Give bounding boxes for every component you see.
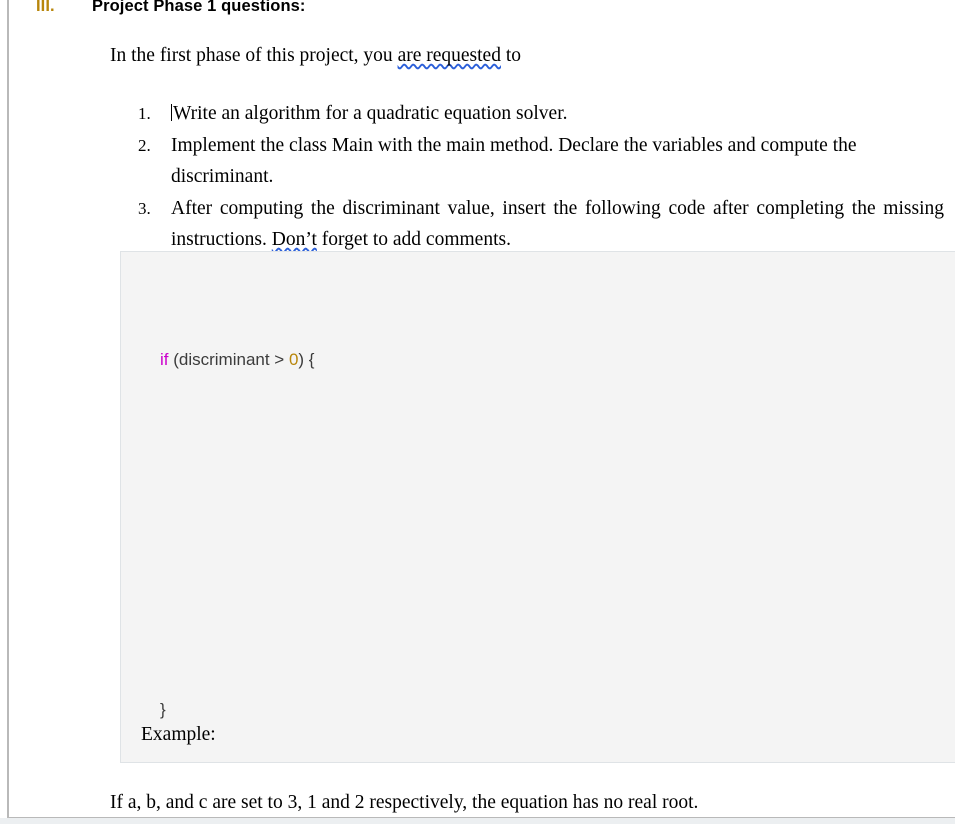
code-line: if (discriminant > 0) { bbox=[160, 347, 360, 372]
list-item-text-part2: forget to add comments. bbox=[316, 229, 511, 250]
list-item-text: Implement the class Main with the main m… bbox=[171, 134, 857, 188]
list-item-marker: 3. bbox=[138, 198, 151, 218]
section-heading: III. Project Phase 1 questions: bbox=[36, 0, 306, 16]
intro-text-before: In the first phase of this project, you bbox=[110, 45, 398, 66]
text-cursor-icon bbox=[171, 104, 172, 121]
list-item-marker: 1. bbox=[138, 104, 151, 123]
intro-text-after: to bbox=[500, 45, 522, 66]
page-title: Project Phase 1 questions: bbox=[92, 0, 306, 15]
code-line: } bbox=[160, 697, 360, 722]
code-brace: } bbox=[160, 700, 166, 719]
closing-paragraph: If a, b, and c are set to 3, 1 and 2 res… bbox=[110, 792, 699, 813]
code-text: (discriminant > bbox=[168, 350, 289, 369]
example-label: Example: bbox=[141, 724, 216, 745]
list-item-text: Write an algorithm for a quadratic equat… bbox=[173, 103, 568, 124]
page-bottom-strip bbox=[0, 818, 955, 824]
code-block[interactable]: if (discriminant > 0) { } else if (discr… bbox=[120, 251, 955, 763]
code-number: 0 bbox=[288, 350, 299, 369]
code-keyword: if bbox=[160, 350, 169, 369]
spellcheck-flagged-phrase: are requested bbox=[397, 45, 501, 66]
list-item-body: Implement the class Main with the main m… bbox=[171, 130, 944, 193]
document-page: III. Project Phase 1 questions: In the fi… bbox=[0, 0, 955, 818]
list-item: 1. Write an algorithm for a quadratic eq… bbox=[138, 98, 944, 130]
list-item-marker: 2. bbox=[138, 135, 151, 155]
list-item-body: Write an algorithm for a quadratic equat… bbox=[171, 98, 944, 130]
intro-paragraph: In the first phase of this project, you … bbox=[110, 44, 521, 68]
spellcheck-flagged-word: Don’t bbox=[271, 229, 317, 250]
section-number: III. bbox=[36, 0, 55, 15]
list-item: 2. Implement the class Main with the mai… bbox=[138, 130, 944, 193]
code-text-tail: ) { bbox=[298, 350, 315, 369]
numbered-list: 1. Write an algorithm for a quadratic eq… bbox=[138, 98, 944, 256]
list-item-body: After computing the discriminant value, … bbox=[171, 193, 944, 256]
list-item: 3. After computing the discriminant valu… bbox=[138, 193, 944, 256]
